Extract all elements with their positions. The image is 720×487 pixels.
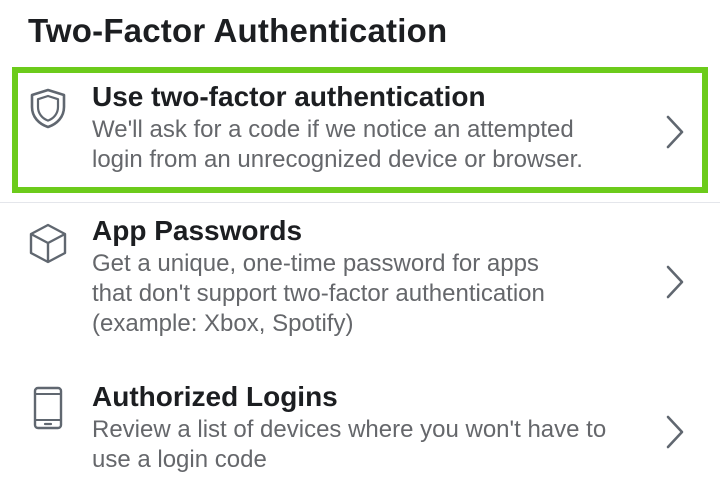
- divider: [0, 202, 720, 203]
- highlight-box: [12, 67, 708, 193]
- item-description-line: use a login code: [92, 446, 267, 473]
- item-title: App Passwords: [92, 215, 303, 246]
- item-description-line: Review a list of devices where you won't…: [92, 416, 607, 443]
- list-item-app-passwords[interactable]: App Passwords Get a unique, one-time pas…: [0, 214, 720, 349]
- item-description-line: Get a unique, one-time password for apps: [92, 250, 539, 277]
- item-title: Authorized Logins: [92, 381, 338, 412]
- cube-icon: [26, 222, 70, 271]
- chevron-right-icon: [664, 264, 686, 305]
- list-item-authorized-logins[interactable]: Authorized Logins Review a list of devic…: [0, 380, 720, 485]
- item-description: Review a list of devices where you won't…: [92, 415, 656, 475]
- item-description: Get a unique, one-time password for apps…: [92, 249, 660, 339]
- item-description-line: (example: Xbox, Spotify): [92, 310, 354, 337]
- item-description-line: that don't support two-factor authentica…: [92, 280, 545, 307]
- chevron-right-icon: [664, 414, 686, 455]
- phone-icon: [26, 386, 70, 437]
- page-title: Two-Factor Authentication: [28, 12, 448, 49]
